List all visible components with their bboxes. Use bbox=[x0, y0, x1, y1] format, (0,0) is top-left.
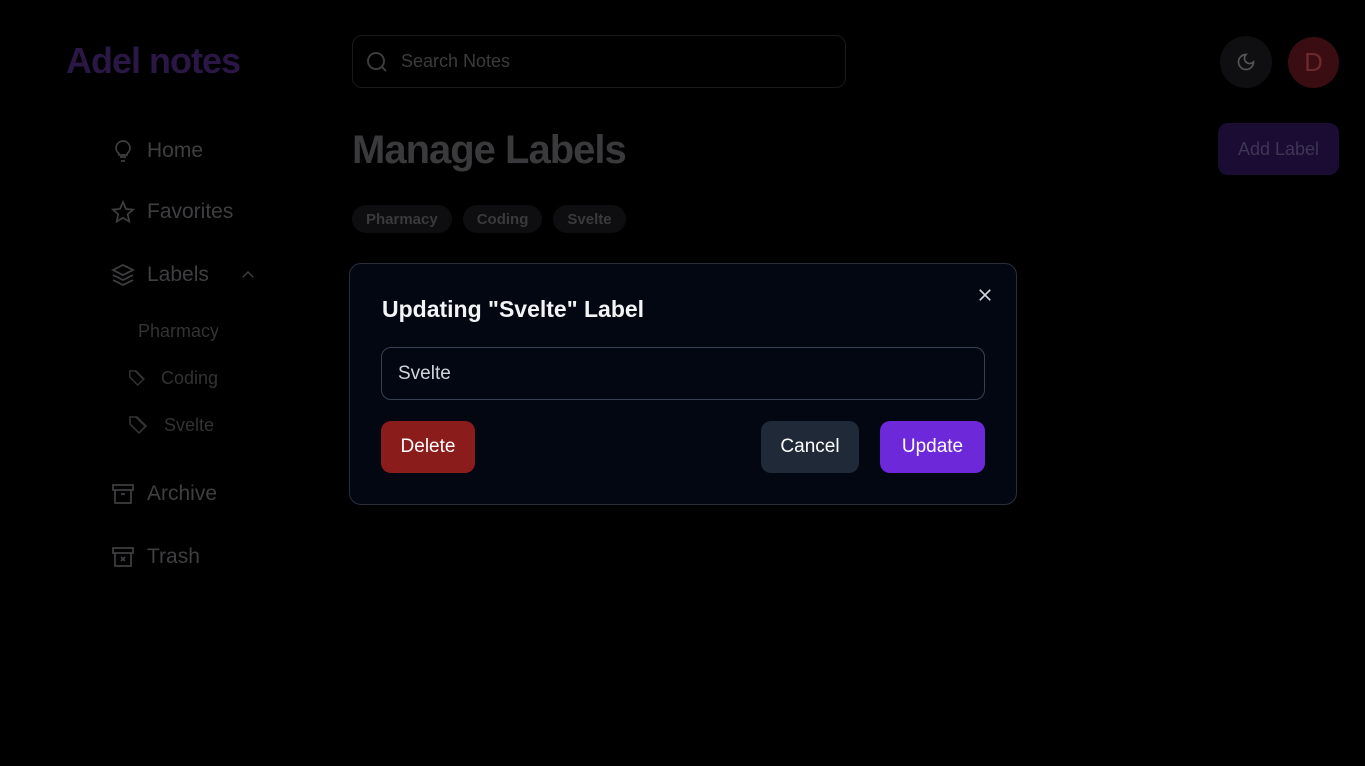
sidebar-item-label: Home bbox=[147, 139, 204, 162]
sidebar-label-coding[interactable]: Coding bbox=[128, 367, 218, 389]
tag-icon bbox=[129, 416, 148, 435]
sidebar-item-label: Archive bbox=[147, 482, 218, 505]
sidebar-item-labels[interactable]: Labels bbox=[111, 263, 257, 287]
lightbulb-icon bbox=[115, 140, 131, 162]
add-label-button[interactable]: Add Label bbox=[1218, 123, 1339, 175]
cancel-button[interactable]: Cancel bbox=[761, 421, 859, 473]
layers-icon bbox=[111, 264, 135, 286]
sidebar-item-favorites[interactable]: Favorites bbox=[111, 200, 233, 224]
dialog-title: Updating "Svelte" Label bbox=[382, 296, 645, 322]
label-name-input[interactable] bbox=[381, 347, 985, 400]
sidebar-label-svelte[interactable]: Svelte bbox=[128, 414, 218, 436]
avatar[interactable]: D bbox=[1288, 37, 1339, 88]
chevron-up-icon[interactable] bbox=[239, 266, 257, 284]
trash-icon bbox=[112, 547, 134, 567]
label-chip[interactable]: Coding bbox=[462, 205, 543, 233]
sidebar-item-label: Labels bbox=[147, 263, 209, 286]
sidebar-label-pharmacy[interactable]: Pharmacy bbox=[128, 320, 218, 342]
label-chip[interactable]: Svelte bbox=[553, 205, 626, 233]
sidebar-item-home[interactable]: Home bbox=[111, 138, 203, 164]
sidebar-item-label: Trash bbox=[147, 545, 200, 568]
moon-icon bbox=[1237, 53, 1255, 71]
close-icon[interactable] bbox=[976, 286, 994, 304]
delete-button[interactable]: Delete bbox=[381, 421, 475, 473]
app-logo[interactable]: Adel notes bbox=[66, 40, 241, 82]
search-input[interactable] bbox=[401, 51, 801, 72]
search-bar[interactable] bbox=[352, 35, 846, 88]
star-icon bbox=[111, 200, 135, 224]
archive-icon bbox=[112, 484, 134, 504]
theme-toggle-button[interactable] bbox=[1220, 36, 1272, 88]
search-icon bbox=[367, 51, 387, 72]
sidebar-item-label: Favorites bbox=[147, 200, 234, 223]
label-chips: Pharmacy Coding Svelte bbox=[352, 205, 626, 233]
page-title: Manage Labels bbox=[352, 128, 627, 172]
sidebar-item-trash[interactable]: Trash bbox=[111, 545, 200, 569]
tag-icon bbox=[129, 370, 145, 387]
label-chip[interactable]: Pharmacy bbox=[352, 205, 452, 233]
update-button[interactable]: Update bbox=[880, 421, 985, 473]
sidebar-item-archive[interactable]: Archive bbox=[111, 482, 217, 506]
update-label-dialog: Updating "Svelte" Label Delete Cancel Up… bbox=[349, 263, 1017, 505]
